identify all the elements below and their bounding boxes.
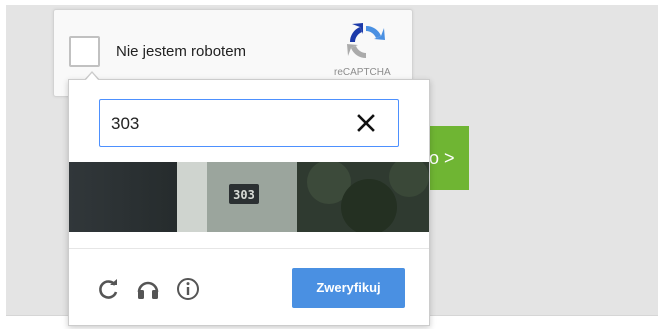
captcha-answer-input[interactable]: 303 [99,99,399,147]
verify-button[interactable]: Zweryfikuj [292,268,405,308]
popup-caret-fill [85,73,99,81]
captcha-image: 303 [69,162,429,232]
captcha-image-number: 303 [233,188,255,202]
popup-divider [69,248,429,249]
next-button[interactable]: o > [427,126,469,190]
challenge-popup: 303 303 Zweryfikuj [68,79,430,326]
recaptcha-logo-text: reCAPTCHA [334,67,391,78]
recaptcha-checkbox-label: Nie jestem robotem [116,43,247,60]
close-icon[interactable] [356,113,376,133]
captcha-answer-value: 303 [111,114,140,133]
headphones-icon[interactable] [136,277,160,301]
recaptcha-logo-icon [347,23,385,59]
recaptcha-checkbox[interactable] [69,36,100,67]
reload-icon[interactable] [97,277,121,301]
page: o > Nie jestem robotem reCAPTCHA 303 303… [0,0,668,329]
info-icon[interactable] [176,277,200,301]
